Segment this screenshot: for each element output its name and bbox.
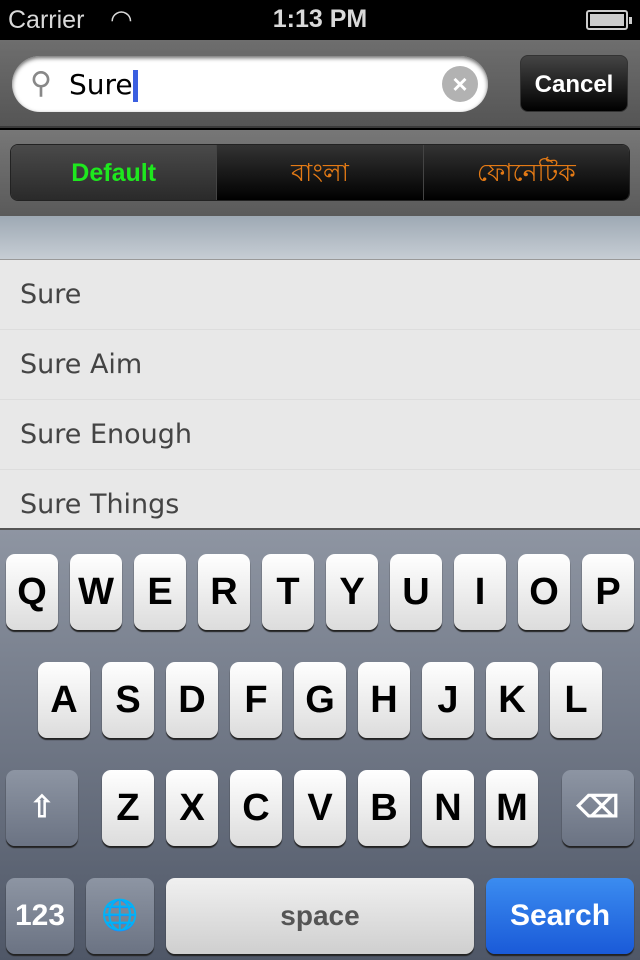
search-value: Sure bbox=[69, 68, 133, 101]
results-list: Sure Sure Aim Sure Enough Sure Things bbox=[0, 260, 640, 528]
backspace-icon[interactable]: ⌫ bbox=[562, 770, 634, 846]
battery-icon bbox=[586, 10, 632, 30]
key-x[interactable]: X bbox=[166, 770, 218, 846]
list-item[interactable]: Sure Things bbox=[0, 470, 640, 528]
search-bar: ⚲ Sure × Cancel bbox=[0, 40, 640, 128]
key-y[interactable]: Y bbox=[326, 554, 378, 630]
key-h[interactable]: H bbox=[358, 662, 410, 738]
section-header bbox=[0, 216, 640, 260]
key-n[interactable]: N bbox=[422, 770, 474, 846]
key-p[interactable]: P bbox=[582, 554, 634, 630]
key-f[interactable]: F bbox=[230, 662, 282, 738]
cancel-button[interactable]: Cancel bbox=[520, 55, 628, 112]
key-w[interactable]: W bbox=[70, 554, 122, 630]
globe-icon[interactable]: 🌐 bbox=[86, 878, 154, 954]
key-a[interactable]: A bbox=[38, 662, 90, 738]
search-input[interactable]: ⚲ Sure × bbox=[12, 56, 488, 112]
list-item[interactable]: Sure Aim bbox=[0, 330, 640, 400]
key-q[interactable]: Q bbox=[6, 554, 58, 630]
list-item[interactable]: Sure Enough bbox=[0, 400, 640, 470]
key-d[interactable]: D bbox=[166, 662, 218, 738]
status-bar: Carrier ◠ 1:13 PM bbox=[0, 0, 640, 40]
key-b[interactable]: B bbox=[358, 770, 410, 846]
segment-default[interactable]: Default bbox=[11, 145, 218, 200]
key-o[interactable]: O bbox=[518, 554, 570, 630]
key-g[interactable]: G bbox=[294, 662, 346, 738]
key-z[interactable]: Z bbox=[102, 770, 154, 846]
key-r[interactable]: R bbox=[198, 554, 250, 630]
list-item[interactable]: Sure bbox=[0, 260, 640, 330]
key-v[interactable]: V bbox=[294, 770, 346, 846]
search-key[interactable]: Search bbox=[486, 878, 634, 954]
key-e[interactable]: E bbox=[134, 554, 186, 630]
key-k[interactable]: K bbox=[486, 662, 538, 738]
key-t[interactable]: T bbox=[262, 554, 314, 630]
segment-phonetic[interactable]: ফোনেটিক bbox=[423, 145, 629, 200]
key-l[interactable]: L bbox=[550, 662, 602, 738]
magnifier-icon: ⚲ bbox=[30, 67, 52, 100]
key-s[interactable]: S bbox=[102, 662, 154, 738]
key-m[interactable]: M bbox=[486, 770, 538, 846]
numbers-key[interactable]: 123 bbox=[6, 878, 74, 954]
segment-bangla[interactable]: বাংলা bbox=[217, 145, 424, 200]
key-j[interactable]: J bbox=[422, 662, 474, 738]
scope-bar: Default বাংলা ফোনেটিক bbox=[0, 130, 640, 216]
space-key[interactable]: space bbox=[166, 878, 474, 954]
shift-icon[interactable]: ⇧ bbox=[6, 770, 78, 846]
keyboard: Q W E R T Y U I O P A S D F G H J K L Z X C V B N M ⇧ ⌫ 123 🌐 space Sea… bbox=[0, 528, 640, 960]
text-caret bbox=[132, 70, 138, 102]
clock: 1:13 PM bbox=[272, 5, 368, 33]
key-u[interactable]: U bbox=[390, 554, 442, 630]
segmented-control: Default বাংলা ফোনেটিক bbox=[10, 144, 630, 201]
key-c[interactable]: C bbox=[230, 770, 282, 846]
clear-icon[interactable]: × bbox=[442, 66, 478, 102]
key-i[interactable]: I bbox=[454, 554, 506, 630]
